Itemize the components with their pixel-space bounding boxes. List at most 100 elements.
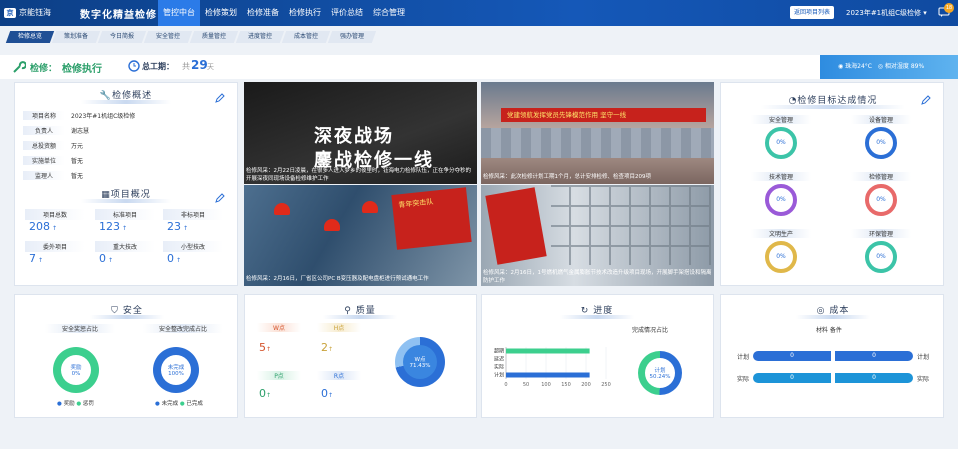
w-point-label: W点 <box>257 323 301 332</box>
photo-caption: 检修风采：2月16日，厂省区公司PC B变压器及配电盘柜进行预试通电工作 <box>246 276 429 282</box>
gauge-label: 文明生产 <box>751 229 811 238</box>
cost-parts-bar: 0 <box>835 373 913 383</box>
cost-parts-bar: 0 <box>835 351 913 361</box>
message-count-badge: 18 <box>944 3 954 13</box>
arrow-up-icon: ↑ <box>328 346 334 353</box>
edit-icon[interactable] <box>215 93 225 103</box>
y-tick-label: 延迟 <box>494 356 504 363</box>
project-selector[interactable]: 2023年#1机组C级检修 ▾ <box>846 8 927 18</box>
h-point-value: 2↑ <box>321 341 333 354</box>
overview-row: 监理人 暂无 <box>23 171 83 180</box>
arrow-up-icon: ↑ <box>52 225 58 232</box>
cost-material-bar: 0 <box>753 351 831 361</box>
tab-progress[interactable]: 进度管控 <box>235 31 285 43</box>
quality-donut: W点 71.43% <box>395 337 445 387</box>
nav-item-evaluation[interactable]: 评价总结 <box>326 0 368 26</box>
safety-reward-title: 安全奖惩占比 <box>45 324 115 333</box>
photo-night-work[interactable]: 深夜战场 鏖战检修一线 检修风采：2月22日凌晨，在很多人进入梦乡的夜里时，钰海… <box>244 82 477 184</box>
stat-nonstandard-projects: 非标项目 23 ↑ <box>163 209 223 233</box>
refresh-icon: ↻ <box>580 306 590 316</box>
bar-0 <box>506 348 590 354</box>
legend-item: 奖励 <box>63 401 75 407</box>
target-technical: 技术管理 0% <box>751 172 811 216</box>
nav-item-management[interactable]: 综合管理 <box>368 0 410 26</box>
quality-panel: ⚲ 质量 W点 5↑ H点 2↑ P点 0↑ R点 0↑ W点 71.43% <box>244 294 477 418</box>
p-point-value: 0↑ <box>259 387 271 400</box>
field-label: 实施单位 <box>23 156 65 165</box>
photo-caption: 检修风采：2月22日凌晨，在很多人进入梦乡的夜里时，钰海电力检修队伍，正在争分夺… <box>246 168 472 182</box>
legend-item: 未完成 <box>161 401 179 407</box>
tab-quality[interactable]: 质量管控 <box>189 31 239 43</box>
donut-center: 奖励 0% <box>61 355 91 385</box>
stat-label: 非标项目 <box>163 209 223 220</box>
gauge-label: 安全管理 <box>751 115 811 124</box>
tab-label: 强办管理 <box>340 33 365 40</box>
cost-title: ◎ 成本 <box>796 303 870 319</box>
nav-item-preparation[interactable]: 检修准备 <box>242 0 284 26</box>
gauge-ring: 0% <box>865 184 897 216</box>
x-tick-label: 50 <box>523 382 529 388</box>
status-label: 检修： <box>30 64 58 74</box>
tab-safety[interactable]: 安全管控 <box>143 31 193 43</box>
chevron-down-icon: ▾ <box>923 9 927 17</box>
nav-item-control-center[interactable]: 管控中台 <box>158 0 200 26</box>
shield-icon: ⛉ <box>111 306 119 316</box>
overview-row: 总投资额 万元 <box>23 141 83 150</box>
cost-row-label: 计划 <box>917 354 930 361</box>
arrow-up-icon: ↑ <box>183 225 189 232</box>
back-to-project-list-button[interactable]: 返回项目列表 <box>790 6 835 19</box>
safety-title: ⛉ 安全 <box>90 303 164 319</box>
x-tick-label: 100 <box>541 382 551 388</box>
safety-reward-legend: ● 奖励 ● 惩罚 <box>57 401 94 407</box>
cost-material-bar: 0 <box>753 373 831 383</box>
value-text: 5 <box>259 341 266 354</box>
bar-3 <box>506 372 590 378</box>
safety-reward-donut: 奖励 0% <box>53 347 99 393</box>
tab-label: 成本管控 <box>294 33 319 40</box>
hardhat-image <box>324 219 340 231</box>
safety-rectify-legend: ● 未完成 ● 已完成 <box>155 401 203 407</box>
humidity: 相对湿度 89% <box>884 63 925 70</box>
donut-center-label: 计划 <box>654 368 666 374</box>
hardhat-image <box>362 201 378 213</box>
cost-row-label: 实际 <box>737 376 750 383</box>
tab-cost[interactable]: 成本管控 <box>281 31 331 43</box>
x-tick-label: 150 <box>561 382 571 388</box>
edit-icon[interactable] <box>921 95 931 105</box>
field-value: 暂无 <box>71 173 84 180</box>
tab-label: 进度管控 <box>248 33 273 40</box>
total-prefix: 共 <box>182 62 190 71</box>
main-nav: 管控中台 检修策划 检修准备 检修执行 评价总结 综合管理 <box>158 0 410 26</box>
tab-office[interactable]: 强办管理 <box>327 31 377 43</box>
cost-subtitle: 材料 备件 <box>816 327 842 334</box>
donut-center: 未完成 100% <box>161 355 191 385</box>
total-duration-label: 总工期： <box>142 62 174 71</box>
gauge-ring: 0% <box>765 241 797 273</box>
edit-icon[interactable] <box>215 193 225 203</box>
tab-daily-brief[interactable]: 今日简报 <box>97 31 147 43</box>
r-point-value: 0↑ <box>321 387 333 400</box>
location-icon: ◉ <box>838 63 844 70</box>
donut-center: 计划 50.24% <box>645 358 675 388</box>
gauge-label: 设备管理 <box>851 115 911 124</box>
legend-item: 已完成 <box>186 401 203 407</box>
nav-item-execution[interactable]: 检修执行 <box>284 0 326 26</box>
gauge-ring: 0% <box>865 127 897 159</box>
photo-party-banner[interactable]: 党建领航发挥党员先锋模范作用 坚守一线 检修风采：此次检修计划工期1个月，总计安… <box>481 82 714 184</box>
gauge-ring: 0% <box>765 127 797 159</box>
photo-headline: 深夜战场 <box>314 126 394 147</box>
hardhat-image <box>274 203 290 215</box>
photo-scaffolding[interactable]: 检修风采：2月16日，1号燃机燃气金属膨胀节技术改造升级项目现场，开展脚手架搭设… <box>481 185 714 286</box>
photo-youth-team[interactable]: 青年突击队 检修风采：2月16日，厂省区公司PC B变压器及配电盘柜进行预试通电… <box>244 185 477 286</box>
tab-overview[interactable]: 检修总览 <box>5 31 55 43</box>
message-button[interactable]: 18 <box>938 3 954 20</box>
location-pin-icon: ⚲ <box>344 306 352 316</box>
overview-row: 项目名称 2023年#1机组C级检修 <box>23 111 135 120</box>
tab-planning-prep[interactable]: 策划准备 <box>51 31 101 43</box>
nav-item-planning[interactable]: 检修策划 <box>200 0 242 26</box>
field-label: 总投资额 <box>23 141 65 150</box>
total-days: 29 <box>191 58 208 72</box>
legend-item: 惩罚 <box>82 401 94 407</box>
donut-center-label: 未完成 <box>167 365 185 371</box>
arrow-up-icon: ↑ <box>38 257 44 264</box>
